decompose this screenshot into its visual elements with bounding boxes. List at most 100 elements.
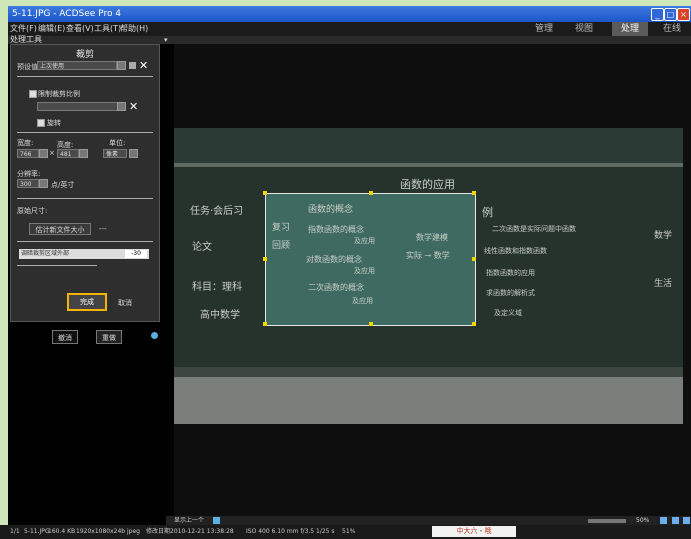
crop-selection[interactable]: 复习 回顾 函数的概念 指数函数的概念 及应用 对数函数的概念 及应用 二次函数… <box>263 191 476 326</box>
slider-track <box>17 265 97 266</box>
clear-ratio-icon[interactable]: ✕ <box>129 101 138 112</box>
board-right-text: 生活 <box>654 279 673 289</box>
status-index: 1/1 <box>10 528 20 535</box>
zoom-value: 50% <box>636 517 650 524</box>
divider <box>17 241 153 242</box>
resolution-stepper-icon[interactable] <box>39 179 48 188</box>
nav-arrow-icon[interactable] <box>213 517 220 524</box>
panel-section-title: 处理工具 <box>10 35 42 44</box>
crop-handle[interactable] <box>263 257 267 261</box>
original-size-label: 原始尺寸: <box>17 207 48 215</box>
menu-tools[interactable]: 工具(T) <box>94 22 121 36</box>
prev-image-button[interactable]: 显示上一个 <box>174 516 204 525</box>
status-zoom: 51% <box>342 528 356 535</box>
height-stepper-icon[interactable] <box>79 149 88 158</box>
crop-text: 及应用 <box>354 237 375 245</box>
divider <box>17 132 153 133</box>
done-button[interactable]: 完成 <box>67 293 107 311</box>
status-dimensions: 1920x1080x24b jpeg <box>76 528 140 535</box>
width-label: 宽度: <box>17 139 34 147</box>
rotate-label: 旋转 <box>47 119 61 127</box>
board-right-text: 例 <box>482 206 493 219</box>
width-input[interactable]: 766 <box>17 149 39 158</box>
ratio-dropdown-arrow-icon[interactable] <box>117 102 126 111</box>
toolbar-strip <box>8 36 691 44</box>
board-ledge <box>174 367 683 377</box>
menu-help[interactable]: 帮助(H) <box>120 22 148 36</box>
crop-text: 函数的概念 <box>308 205 354 215</box>
crop-handle[interactable] <box>472 322 476 326</box>
rotate-checkbox[interactable] <box>37 119 45 127</box>
status-filesize: 160.4 KB <box>48 528 76 535</box>
save-preset-icon[interactable] <box>129 62 136 69</box>
menu-file[interactable]: 文件(F) <box>10 22 37 36</box>
crop-text: 实际 → 数学 <box>406 251 450 260</box>
unit-dropdown-arrow-icon[interactable] <box>129 149 138 158</box>
delete-preset-icon[interactable]: ✕ <box>139 60 148 71</box>
limit-ratio-checkbox[interactable] <box>29 90 37 98</box>
close-button[interactable]: × <box>677 8 690 21</box>
actual-size-icon[interactable] <box>672 517 679 524</box>
tab-manage[interactable]: 管理 <box>526 22 562 36</box>
board-right-text: 数学 <box>654 231 673 241</box>
crop-handle[interactable] <box>369 322 373 326</box>
board-right-text: 二次函数是实际问题中函数 <box>492 225 576 233</box>
crop-panel: 裁剪 预设值 上次使用 ✕ 限制裁剪比例 ✕ 旋转 宽度: 高度: 单位: 76… <box>10 44 160 322</box>
help-icon[interactable] <box>151 332 158 339</box>
resolution-input[interactable]: 300 <box>17 179 39 188</box>
unit-select[interactable]: 像素 <box>103 149 127 158</box>
crop-text: 对数函数的概念 <box>306 255 362 264</box>
ratio-select[interactable] <box>37 102 121 111</box>
dim-outside-value[interactable]: -30 <box>125 250 147 258</box>
status-modified-label: 修改日期 <box>146 528 171 535</box>
tab-online[interactable]: 在线 <box>654 22 690 36</box>
maximize-button[interactable]: □ <box>664 8 677 21</box>
menu-edit[interactable]: 编辑(E) <box>38 22 65 36</box>
board-right-text: 指数函数的应用 <box>486 269 535 277</box>
crop-text: 及应用 <box>352 297 373 305</box>
tab-view[interactable]: 视图 <box>566 22 602 36</box>
board-left-text: 论文 <box>192 242 212 253</box>
menu-view[interactable]: 查看(V) <box>66 22 94 36</box>
redo-button[interactable]: 重做 <box>96 330 122 344</box>
estimate-size-button[interactable]: 估计新文件大小 <box>29 223 91 235</box>
tab-develop[interactable]: 处理 <box>612 22 648 36</box>
minimize-button[interactable]: _ <box>651 8 664 21</box>
panel-collapse-icon[interactable]: ▾ <box>164 36 168 44</box>
fullscreen-icon[interactable] <box>683 517 690 524</box>
ime-toolbar[interactable]: 中大六・哦 <box>432 526 516 537</box>
cancel-button[interactable]: 取消 <box>111 296 139 310</box>
divider <box>17 76 153 77</box>
preset-select[interactable]: 上次使用 <box>37 61 117 70</box>
wall-bottom <box>174 377 683 424</box>
status-camera: ISO 400 6.10 mm f/3.5 1/25 s <box>246 528 335 535</box>
crop-text: 回顾 <box>272 241 291 251</box>
board-right-text: 及定义域 <box>494 309 522 317</box>
dim-outside-label: 调暗裁剪区域外部 <box>21 250 70 257</box>
window-title: 5-11.JPG - ACDSee Pro 4 <box>12 9 122 19</box>
board-left-text: 任务·会后习 <box>190 206 244 217</box>
crop-handle[interactable] <box>263 191 267 195</box>
status-bar: 1/1 5-11.JPG 160.4 KB 1920x1080x24b jpeg… <box>0 525 691 539</box>
dim-outside-slider[interactable]: 调暗裁剪区域外部 -30 <box>19 249 149 259</box>
crop-handle[interactable] <box>472 191 476 195</box>
crop-handle[interactable] <box>472 257 476 261</box>
crop-handle[interactable] <box>263 322 267 326</box>
status-date: 2010-12-21 13:38:28 <box>170 528 234 535</box>
board-left-text: 科目：理科 <box>192 282 242 293</box>
width-stepper-icon[interactable] <box>39 149 48 158</box>
undo-button[interactable]: 撤消 <box>52 330 78 344</box>
height-input[interactable]: 481 <box>57 149 79 158</box>
status-filename: 5-11.JPG <box>24 528 50 535</box>
zoom-slider[interactable] <box>588 519 626 523</box>
board-right-text: 求函数的解析式 <box>486 289 535 297</box>
preset-dropdown-arrow-icon[interactable] <box>117 61 126 70</box>
board-right-text: 线性函数和指数函数 <box>484 247 547 255</box>
crop-handle[interactable] <box>369 191 373 195</box>
crop-text: 数学建模 <box>416 233 448 242</box>
estimate-size-value: --- <box>99 225 107 233</box>
limit-ratio-label: 限制裁剪比例 <box>38 90 80 98</box>
fit-icon[interactable] <box>660 517 667 524</box>
board-heading: 函数的应用 <box>400 178 455 191</box>
preset-label: 预设值 <box>17 63 38 71</box>
